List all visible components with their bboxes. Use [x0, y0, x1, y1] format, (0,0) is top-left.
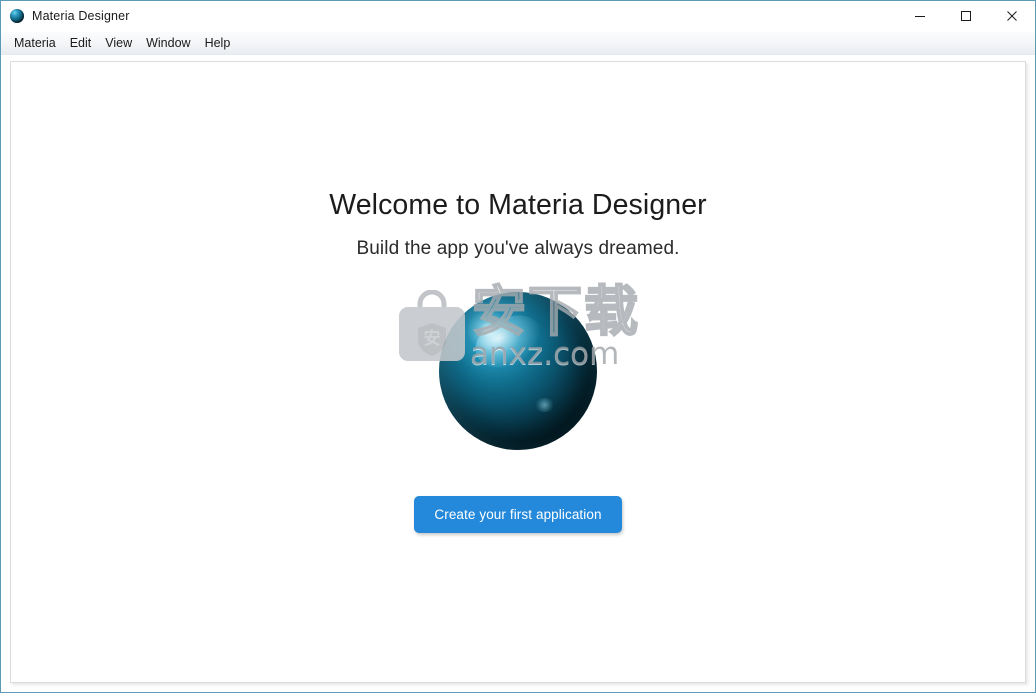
svg-text:安: 安 [424, 328, 441, 349]
menu-bar: Materia Edit View Window Help [1, 32, 1035, 55]
close-button[interactable] [989, 1, 1035, 31]
maximize-icon [960, 10, 972, 22]
logo-area: 安 安下载 anxz.com [388, 280, 648, 460]
welcome-content: Welcome to Materia Designer Build the ap… [11, 62, 1025, 682]
title-bar-left: Materia Designer [1, 9, 130, 23]
create-first-application-button[interactable]: Create your first application [414, 496, 622, 534]
menu-item-window[interactable]: Window [139, 34, 197, 53]
app-window: Materia Designer Materia Edit View Windo… [0, 0, 1036, 693]
content-wrapper: Welcome to Materia Designer Build the ap… [1, 55, 1035, 692]
window-controls [897, 1, 1035, 31]
page-subtitle: Build the app you've always dreamed. [356, 238, 680, 260]
welcome-panel: Welcome to Materia Designer Build the ap… [10, 61, 1026, 683]
page-title: Welcome to Materia Designer [329, 189, 707, 221]
sphere-logo-icon [439, 292, 597, 451]
menu-item-edit[interactable]: Edit [63, 34, 99, 53]
menu-item-view[interactable]: View [98, 34, 139, 53]
title-bar: Materia Designer [1, 1, 1035, 32]
minimize-button[interactable] [897, 1, 943, 31]
sphere-rim [439, 292, 597, 451]
menu-item-help[interactable]: Help [198, 34, 238, 53]
close-icon [1006, 10, 1018, 22]
minimize-icon [914, 10, 926, 22]
sphere-logo-icon [10, 9, 24, 23]
window-title: Materia Designer [32, 9, 130, 23]
menu-item-materia[interactable]: Materia [7, 34, 63, 53]
maximize-button[interactable] [943, 1, 989, 31]
sphere-glint [535, 398, 555, 413]
sphere-highlight [467, 305, 550, 378]
